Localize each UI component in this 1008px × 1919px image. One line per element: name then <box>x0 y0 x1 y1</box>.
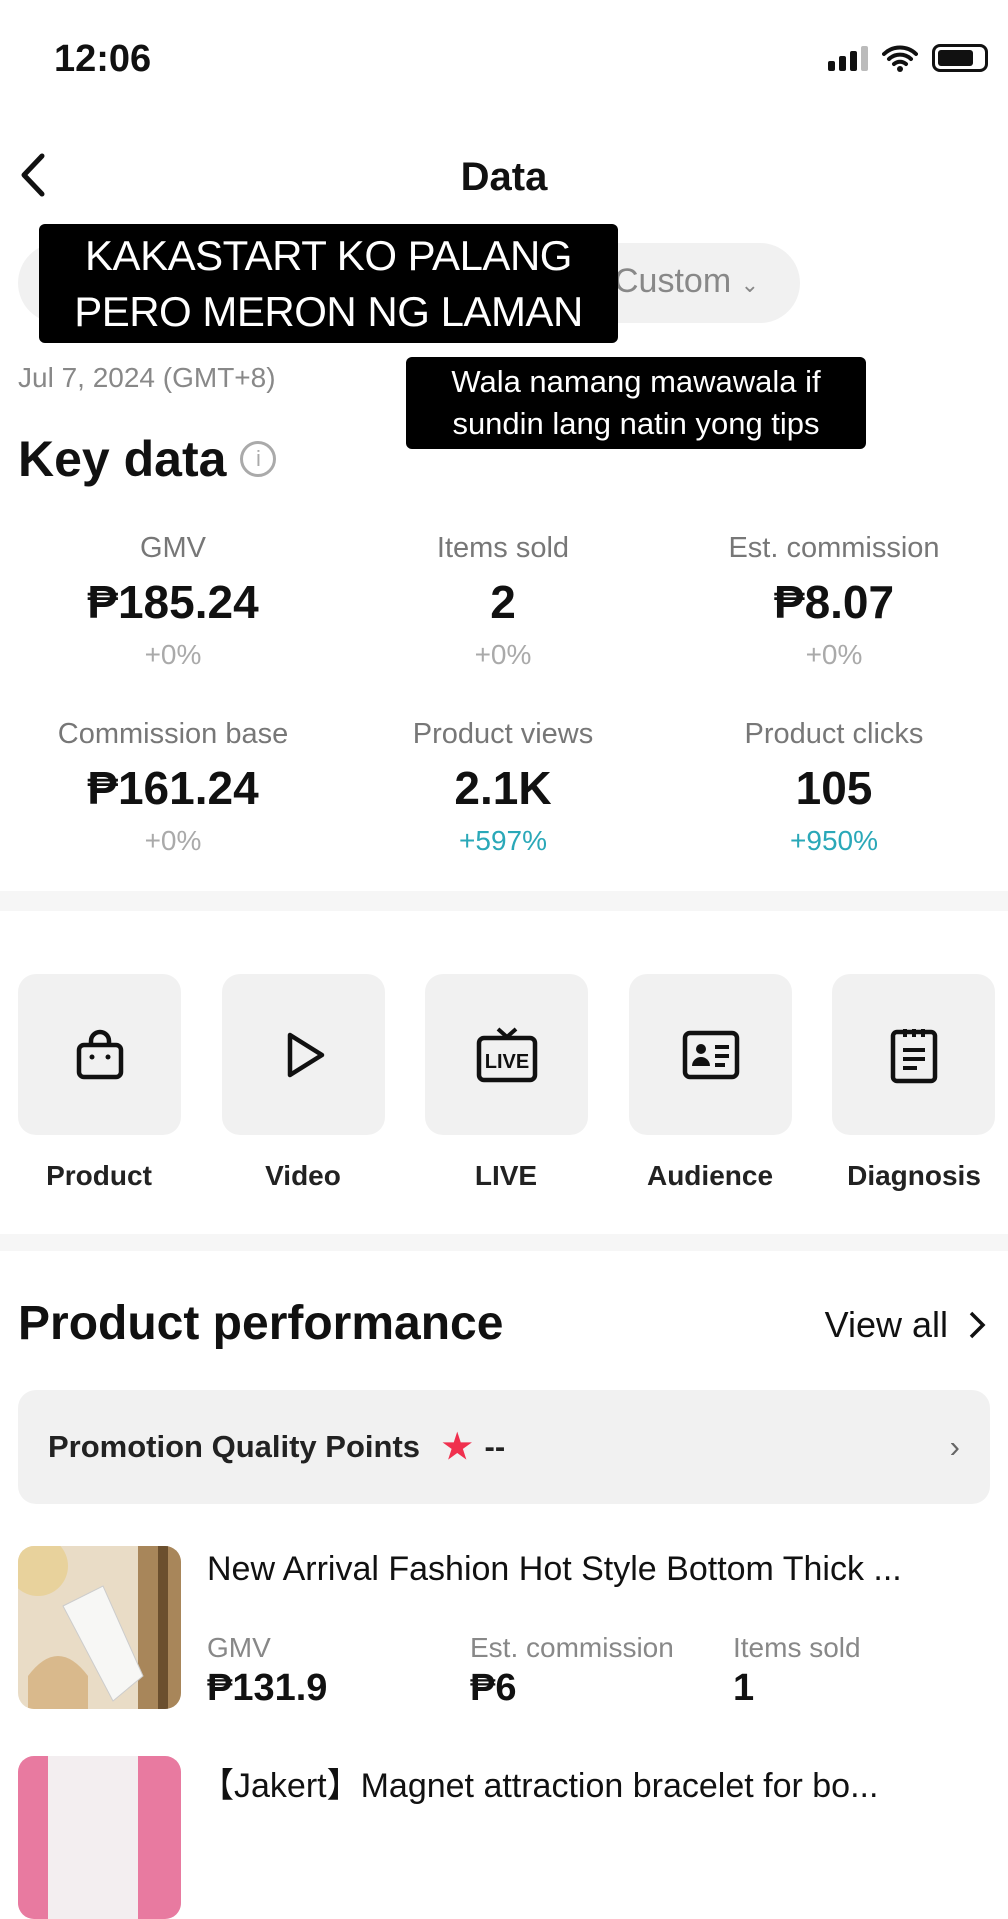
metric-change: +0% <box>144 825 202 856</box>
shortcut-live[interactable]: LIVE <box>425 974 588 1135</box>
view-all-link[interactable]: View all <box>825 1304 986 1346</box>
product-gmv-label: GMV <box>207 1632 271 1663</box>
custom-date-dropdown[interactable]: Custom ⌄ <box>614 262 759 301</box>
product-items-sold-label: Items sold <box>733 1632 861 1663</box>
metric-value: ₱161.24 <box>87 762 259 814</box>
section-divider <box>0 1234 1008 1251</box>
custom-label: Custom <box>614 262 732 300</box>
metric-product-views: Product views 2.1K +597% <box>338 718 668 857</box>
shortcut-audience[interactable] <box>629 974 792 1135</box>
metric-change: +950% <box>790 825 878 856</box>
date-label: Jul 7, 2024 (GMT+8) <box>18 362 276 393</box>
metric-label: Est. commission <box>728 532 940 564</box>
shortcut-video[interactable] <box>222 974 385 1135</box>
shortcut-diagnosis[interactable] <box>832 974 995 1135</box>
live-tv-icon: LIVE <box>476 1027 537 1082</box>
metric-value: ₱8.07 <box>773 576 895 628</box>
promotion-value: -- <box>484 1429 506 1464</box>
metric-product-clicks: Product clicks 105 +950% <box>669 718 999 857</box>
play-icon <box>287 1032 324 1077</box>
caption-overlay-middle: Wala namang mawawala if sundin lang natin… <box>406 357 866 449</box>
product-commission-label: Est. commission <box>470 1632 674 1663</box>
metric-label: Items sold <box>436 532 570 564</box>
section-title: Product performance <box>18 1297 504 1350</box>
caption-line: KAKASTART KO PALANG <box>85 232 572 279</box>
metric-label: Commission base <box>57 718 289 750</box>
metric-commission-base: Commission base ₱161.24 +0% <box>8 718 338 857</box>
signal-icon <box>828 45 868 71</box>
wifi-icon <box>882 45 918 72</box>
chevron-right-icon <box>969 1311 986 1339</box>
status-icons <box>828 44 988 72</box>
metric-gmv: GMV ₱185.24 +0% <box>8 532 338 671</box>
key-data-title: Key data <box>18 431 227 487</box>
shopping-bag-icon <box>76 1029 123 1079</box>
product-title[interactable]: 【Jakert】Magnet attraction bracelet for b… <box>200 1758 878 1807</box>
id-card-icon <box>682 1030 739 1079</box>
product-thumbnail[interactable] <box>18 1546 181 1709</box>
section-divider <box>0 891 1008 911</box>
shortcut-product[interactable] <box>18 974 181 1135</box>
metric-value: 105 <box>795 762 873 814</box>
caption-overlay-top: KAKASTART KO PALANG PERO MERON NG LAMAN <box>39 224 618 343</box>
metric-value: ₱185.24 <box>87 576 259 628</box>
promotion-quality-points-row[interactable]: Promotion Quality Points ★ -- › <box>18 1390 990 1504</box>
product-thumbnail[interactable] <box>18 1756 181 1919</box>
metric-label: Product views <box>412 718 594 750</box>
shortcut-label: LIVE <box>474 1160 538 1191</box>
metric-value: 2.1K <box>454 762 552 814</box>
chevron-right-icon: › <box>949 1429 960 1464</box>
metric-change: +0% <box>474 639 532 670</box>
star-icon: ★ <box>442 1428 473 1466</box>
caption-line: sundin lang natin yong tips <box>452 406 820 441</box>
metric-label: GMV <box>139 532 207 564</box>
svg-text:LIVE: LIVE <box>484 1051 528 1073</box>
metric-change: +597% <box>459 825 547 856</box>
shortcut-label: Video <box>265 1160 341 1191</box>
product-title[interactable]: New Arrival Fashion Hot Style Bottom Thi… <box>207 1550 902 1589</box>
metric-change: +0% <box>144 639 202 670</box>
battery-icon <box>932 44 988 72</box>
shortcut-label: Product <box>46 1160 152 1191</box>
promotion-label: Promotion Quality Points <box>48 1429 421 1464</box>
product-gmv-value: ₱131.9 <box>207 1667 328 1709</box>
metric-change: +0% <box>805 639 863 670</box>
chevron-down-icon: ⌄ <box>740 272 760 297</box>
metric-est-commission: Est. commission ₱8.07 +0% <box>669 532 999 671</box>
product-commission-value: ₱6 <box>470 1667 517 1709</box>
shortcut-label: Diagnosis <box>847 1160 981 1191</box>
info-icon[interactable]: i <box>240 441 277 477</box>
metric-items-sold: Items sold 2 +0% <box>338 532 668 671</box>
caption-line: PERO MERON NG LAMAN <box>74 288 583 335</box>
caption-line: Wala namang mawawala if <box>451 364 821 399</box>
shortcut-label: Audience <box>646 1160 774 1191</box>
page-title: Data <box>460 155 548 199</box>
metric-value: 2 <box>490 576 516 628</box>
status-time: 12:06 <box>54 38 152 80</box>
clipboard-icon <box>890 1028 937 1083</box>
key-data-heading: Key data i <box>18 430 277 488</box>
view-all-label: View all <box>824 1304 948 1345</box>
product-items-sold-value: 1 <box>733 1667 755 1709</box>
metric-label: Product clicks <box>744 718 924 750</box>
